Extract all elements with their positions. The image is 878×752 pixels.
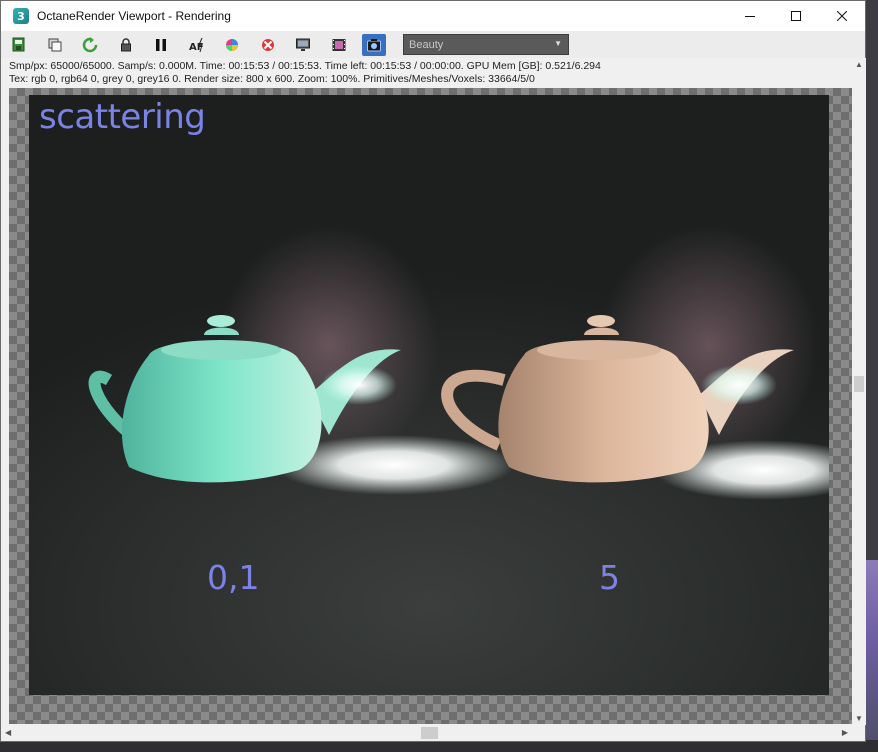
viewport-toolbar: AF Beauty ▼ — [1, 31, 865, 58]
camera-icon — [367, 38, 381, 51]
background-app-panel — [866, 560, 878, 752]
stats-line-2: Tex: rgb 0, rgb64 0, grey 0, grey16 0. R… — [9, 73, 535, 85]
minimize-icon — [745, 16, 755, 17]
pause-button[interactable] — [149, 34, 173, 56]
scroll-up-icon[interactable]: ▲ — [855, 60, 863, 69]
film-region-icon — [332, 38, 345, 51]
spout-glow-right — [701, 365, 777, 405]
render-scene — [88, 225, 829, 500]
restart-render-button[interactable] — [78, 34, 102, 56]
scroll-down-icon[interactable]: ▼ — [855, 714, 863, 723]
render-image[interactable]: scattering 0,1 5 — [29, 95, 829, 695]
chevron-down-icon: ▼ — [554, 39, 562, 48]
scroll-left-icon[interactable]: ◀ — [5, 728, 11, 737]
stats-line-1: Smp/px: 65000/65000. Samp/s: 0.000M. Tim… — [9, 60, 601, 72]
save-render-button[interactable] — [7, 34, 31, 56]
render-pass-value: Beauty — [409, 38, 444, 51]
vertical-scroll-thumb[interactable] — [854, 376, 864, 392]
close-icon — [837, 11, 847, 21]
display-button[interactable] — [291, 34, 315, 56]
minimize-button[interactable] — [727, 1, 773, 31]
horizontal-scroll-thumb[interactable] — [421, 727, 438, 739]
title-bar[interactable]: 3 OctaneRender Viewport - Rendering — [1, 1, 865, 31]
camera-button[interactable] — [362, 33, 386, 56]
close-button[interactable] — [819, 1, 865, 31]
spout-glow-left — [321, 365, 397, 405]
clear-region-icon — [261, 38, 274, 51]
lock-button[interactable] — [114, 34, 138, 56]
render-viewport[interactable]: scattering 0,1 5 — [9, 88, 852, 724]
render-statistics: Smp/px: 65000/65000. Samp/s: 0.000M. Tim… — [1, 58, 865, 88]
horizontal-scrollbar[interactable]: ◀ ▶ — [1, 725, 852, 741]
scroll-right-icon[interactable]: ▶ — [842, 728, 848, 737]
render-pass-dropdown[interactable]: Beauty ▼ — [403, 34, 569, 55]
autofocus-button[interactable]: AF — [185, 34, 209, 56]
film-region-button[interactable] — [327, 34, 351, 56]
clear-region-button[interactable] — [256, 34, 280, 56]
scatter-label-right: 5 — [599, 558, 620, 597]
restart-render-icon — [82, 36, 98, 52]
pause-icon — [156, 38, 166, 51]
app-icon: 3 — [13, 8, 29, 24]
display-icon — [296, 38, 310, 51]
scatter-label-left: 0,1 — [207, 558, 260, 597]
lock-icon — [120, 37, 131, 51]
clone-icon — [48, 38, 61, 51]
clone-button[interactable] — [43, 34, 67, 56]
maximize-button[interactable] — [773, 1, 819, 31]
octane-viewport-window: 3 OctaneRender Viewport - Rendering AF B… — [0, 0, 866, 742]
vertical-scrollbar[interactable]: ▲ ▼ — [852, 58, 866, 725]
maximize-icon — [791, 11, 801, 21]
save-render-icon — [12, 37, 25, 51]
render-title-text: scattering — [39, 97, 206, 137]
autofocus-icon: AF — [189, 37, 203, 53]
color-picker-icon — [226, 38, 238, 51]
color-picker-button[interactable] — [220, 34, 244, 56]
window-title: OctaneRender Viewport - Rendering — [37, 9, 231, 23]
